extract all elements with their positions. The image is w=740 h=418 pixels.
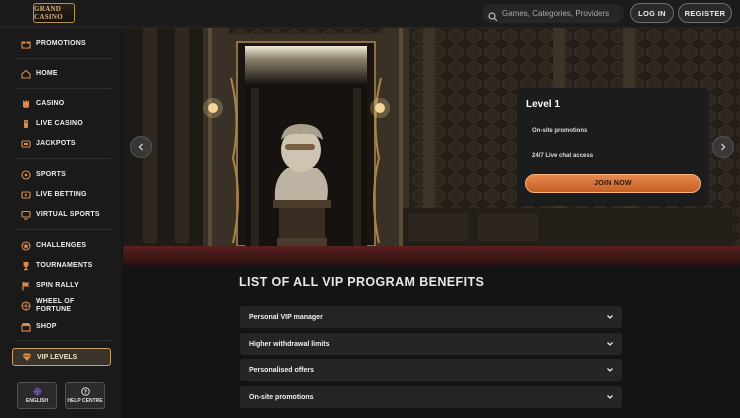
chevron-right-icon [719,138,727,156]
sidebar-item-label-line2: FORTUNE [36,306,72,313]
wheel-icon [20,301,31,312]
sidebar-divider [14,229,111,230]
sidebar-divider [14,340,111,341]
benefit-label: Personalised offers [249,366,314,374]
level-title: Level 1 [526,99,560,110]
benefits-section-title: LIST OF ALL VIP PROGRAM BENEFITS [239,275,485,289]
jackpot-icon [20,138,31,149]
sidebar-item-label: SHOP [36,323,57,330]
sidebar-divider [14,58,111,59]
sidebar-item-label: TOURNAMENTS [36,262,93,269]
benefit-row-personalised-offers[interactable]: Personalised offers [240,359,622,381]
benefit-row-personal-vip-manager[interactable]: Personal VIP manager [240,306,622,328]
search-icon [488,9,498,21]
sidebar-item-challenges[interactable]: CHALLENGES [20,240,86,251]
search-box[interactable] [482,4,624,23]
chevron-down-icon [606,313,614,321]
sidebar-item-shop[interactable]: SHOP [20,321,57,332]
sidebar-item-label: HOME [36,70,58,77]
live-casino-icon [20,118,31,129]
register-button[interactable]: REGISTER [678,3,732,23]
sidebar-item-tournaments[interactable]: TOURNAMENTS [20,260,93,271]
chevron-down-icon [606,340,614,348]
sidebar-item-label-line1: WHEEL OF [36,298,75,305]
chevron-left-icon [137,138,145,156]
sidebar-item-label: SPIN RALLY [36,282,79,289]
benefit-label: Personal VIP manager [249,313,323,321]
join-now-button[interactable]: JOIN NOW [525,174,701,193]
top-bar: GRAND CASINO LOG IN REGISTER [0,0,740,28]
sidebar-item-label: LIVE CASINO [36,120,83,127]
shop-icon [20,321,31,332]
language-button[interactable]: ENGLISH [17,382,57,409]
sidebar-item-live-betting[interactable]: LIVE BETTING [20,189,87,200]
benefit-label: On-site promotions [249,393,314,401]
benefit-label: Higher withdrawal limits [249,340,330,348]
vip-levels-button[interactable]: VIP LEVELS [12,348,111,366]
svg-text:?: ? [83,390,86,396]
sidebar-item-label: PROMOTIONS [36,40,86,47]
sidebar-item-label: JACKPOTS [36,140,76,147]
sidebar-item-home[interactable]: HOME [20,68,58,79]
sidebar-divider [14,158,111,159]
benefit-row-higher-withdrawal-limits[interactable]: Higher withdrawal limits [240,333,622,355]
benefit-row-on-site-promotions[interactable]: On-site promotions [240,386,622,408]
sidebar: PROMOTIONS HOME CASINO LIVE CASINO JACKP… [0,28,122,418]
sidebar-item-label: VIRTUAL SPORTS [36,211,100,218]
sidebar-item-wheel-of-fortune[interactable]: WHEEL OF FORTUNE [20,298,74,314]
sidebar-item-label: WHEEL OF FORTUNE [36,298,74,314]
vip-levels-label: VIP LEVELS [37,353,78,361]
sidebar-divider [14,88,111,89]
sidebar-item-jackpots[interactable]: JACKPOTS [20,138,76,149]
sidebar-item-label: SPORTS [36,171,66,178]
carousel-prev-button[interactable] [130,136,152,158]
sidebar-item-sports[interactable]: SPORTS [20,169,66,180]
carousel-next-button[interactable] [712,136,734,158]
ball-icon [20,169,31,180]
casino-icon [20,98,31,109]
chevron-down-icon [606,393,614,401]
language-label: ENGLISH [25,398,49,404]
help-centre-label: HELP CENTRE [67,398,103,404]
sidebar-item-label: CASINO [36,100,65,107]
level-benefit: 24/7 Live chat access [532,153,594,159]
sidebar-item-promotions[interactable]: PROMOTIONS [20,38,86,49]
home-icon [20,68,31,79]
flag-uk-icon [33,387,42,396]
trophy-icon [20,260,31,271]
diamond-icon [21,352,32,363]
chevron-down-icon [606,366,614,374]
virtual-sports-icon [20,209,31,220]
help-centre-button[interactable]: ? HELP CENTRE [65,382,105,409]
flag-icon [20,280,31,291]
challenge-icon [20,240,31,251]
site-logo[interactable]: GRAND CASINO [33,3,75,23]
sidebar-item-label: LIVE BETTING [36,191,87,198]
sidebar-item-virtual-sports[interactable]: VIRTUAL SPORTS [20,209,100,220]
gift-icon [20,38,31,49]
logo-text: GRAND CASINO [34,5,64,21]
level-benefit: On-site promotions [532,128,588,134]
sidebar-item-casino[interactable]: CASINO [20,98,64,109]
vip-level-card: Level 1 On-site promotions 24/7 Live cha… [517,88,709,206]
sidebar-item-live-casino[interactable]: LIVE CASINO [20,118,83,129]
sidebar-item-label: CHALLENGES [36,242,87,249]
sidebar-item-spin-rally[interactable]: SPIN RALLY [20,280,79,291]
live-betting-icon [20,189,31,200]
help-icon: ? [80,387,90,396]
search-input[interactable] [502,9,620,18]
login-button[interactable]: LOG IN [630,3,674,23]
